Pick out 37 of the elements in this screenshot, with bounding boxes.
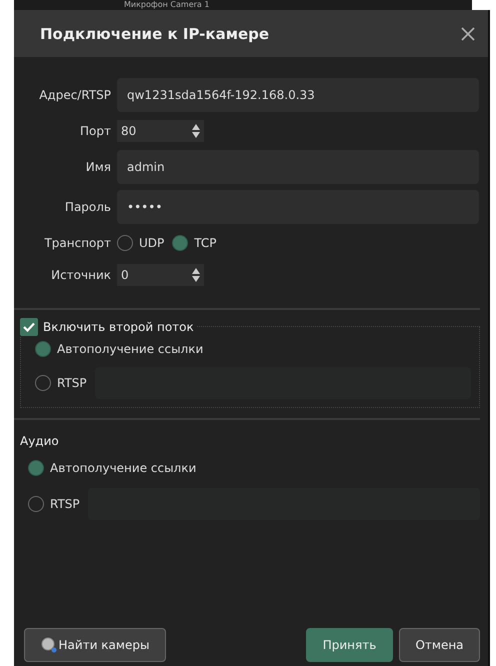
radio-label: Автополучение ссылки xyxy=(57,342,204,356)
spin-arrows-icon[interactable] xyxy=(192,268,200,282)
find-cameras-button[interactable]: Найти камеры xyxy=(24,628,166,662)
checkbox-label: Включить второй поток xyxy=(43,320,194,334)
section-title: Аудио xyxy=(20,434,60,448)
text-field[interactable]: admin xyxy=(117,150,479,184)
spin-box[interactable]: 0 xyxy=(117,264,204,286)
radio-label: RTSP xyxy=(57,376,87,390)
password-field[interactable]: ••••• xyxy=(117,190,479,224)
field-label: Адрес/RTSP xyxy=(38,88,112,102)
spin-box[interactable]: 80 xyxy=(117,120,204,142)
field-label: Пароль xyxy=(64,200,112,214)
field-label: Транспорт xyxy=(43,236,112,250)
field-label: Источник xyxy=(50,268,112,282)
radio-button[interactable] xyxy=(35,375,51,391)
field-label: Имя xyxy=(84,160,112,174)
radio-button[interactable] xyxy=(28,460,44,476)
radio-label: Автополучение ссылки xyxy=(50,461,196,475)
radio-button[interactable] xyxy=(172,235,188,251)
radio-button[interactable] xyxy=(28,496,44,512)
radio-button[interactable] xyxy=(35,341,51,357)
radio-button[interactable] xyxy=(117,235,133,251)
radio-label: UDP xyxy=(139,236,164,250)
checkbox[interactable] xyxy=(20,318,38,336)
close-icon[interactable] xyxy=(460,26,476,42)
dialog-title: Подключение к IP-камере xyxy=(40,24,270,42)
accept-button[interactable]: Принять xyxy=(306,628,393,662)
radio-label: TCP xyxy=(194,236,217,250)
spin-value: 0 xyxy=(121,268,129,282)
spin-arrows-icon[interactable] xyxy=(192,124,200,138)
background-window-title: Микрофон Camera 1 xyxy=(124,0,210,10)
cancel-button[interactable]: Отмена xyxy=(399,628,480,662)
camera-lens-icon xyxy=(40,637,57,653)
text-field[interactable]: qw1231sda1564f-192.168.0.33 xyxy=(117,78,479,112)
field-label: Порт xyxy=(79,124,112,138)
spin-value: 80 xyxy=(121,124,136,138)
radio-label: RTSP xyxy=(50,497,80,511)
